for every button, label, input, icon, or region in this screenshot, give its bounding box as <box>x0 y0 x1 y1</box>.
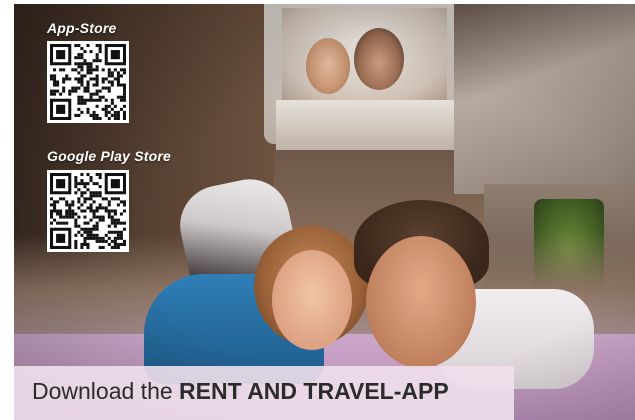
download-banner: Download the RENT AND TRAVEL-APP <box>14 366 514 420</box>
app-store-qr-code-icon[interactable] <box>47 41 129 123</box>
banner-text: Download the RENT AND TRAVEL-APP <box>32 378 449 405</box>
google-play-store-label: Google Play Store <box>47 148 171 164</box>
page-margin <box>0 0 14 420</box>
page-margin <box>0 0 635 4</box>
qr-code-icon <box>50 44 126 120</box>
banner-app-name: RENT AND TRAVEL-APP <box>179 378 449 404</box>
google-play-qr-code-icon[interactable] <box>47 170 129 252</box>
app-store-label: App-Store <box>47 20 117 36</box>
banner-prefix: Download the <box>32 378 173 404</box>
promo-graphic: App-Store Google Play Store Download the… <box>0 0 635 420</box>
qr-code-icon <box>50 173 126 249</box>
